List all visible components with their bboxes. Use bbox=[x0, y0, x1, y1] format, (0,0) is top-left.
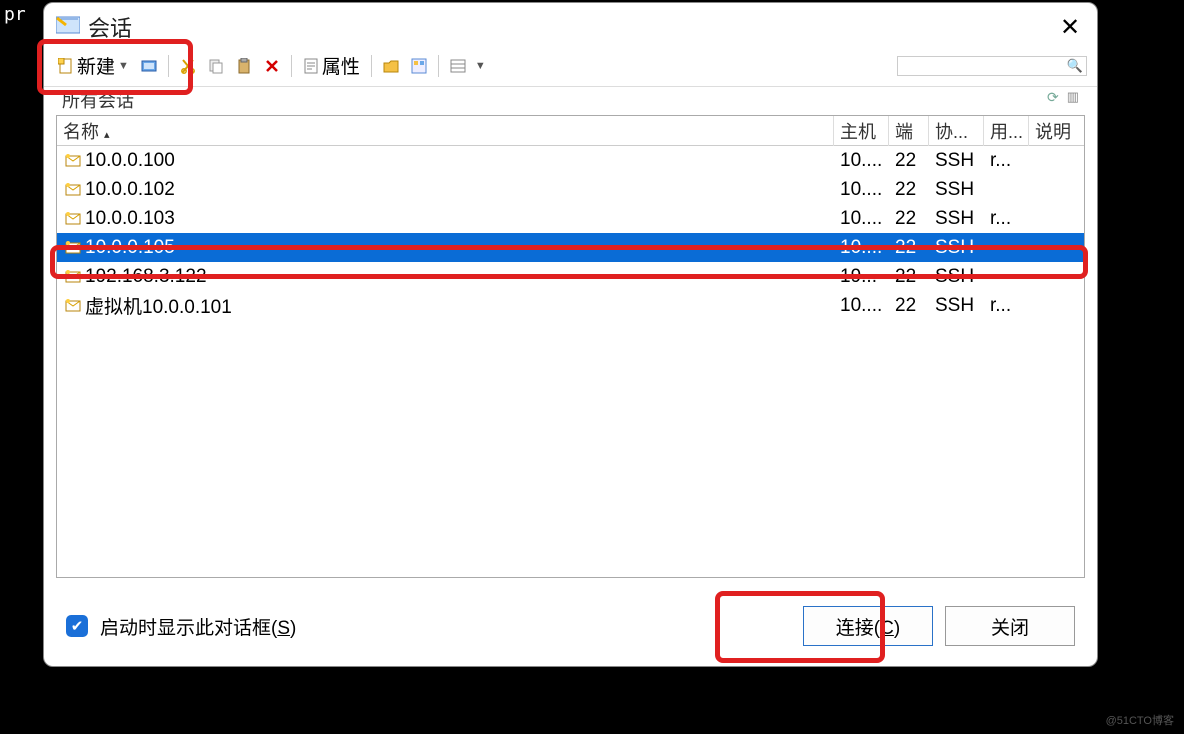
session-name: 10.0.0.100 bbox=[85, 150, 175, 172]
session-host: 10.... bbox=[834, 148, 889, 174]
sessions-dialog: 会话 ✕ 新建 ▼ 属性 ▼ 🔍 bbox=[43, 2, 1098, 667]
paste-icon[interactable] bbox=[232, 56, 256, 76]
session-name: 虚拟机10.0.0.101 bbox=[85, 292, 232, 319]
dialog-title: 会话 bbox=[88, 11, 132, 43]
app-icon bbox=[56, 15, 80, 40]
session-desc bbox=[1029, 246, 1084, 250]
copy-icon[interactable] bbox=[204, 56, 228, 76]
toolbar: 新建 ▼ 属性 ▼ 🔍 bbox=[44, 45, 1097, 87]
session-name: 10.0.0.105 bbox=[85, 237, 175, 259]
close-icon[interactable]: ✕ bbox=[1055, 13, 1085, 42]
session-name: 192.168.3.122 bbox=[85, 266, 207, 288]
session-icon bbox=[65, 269, 81, 285]
close-button[interactable]: 关闭 bbox=[945, 606, 1075, 646]
cut-icon[interactable] bbox=[176, 56, 200, 76]
session-port: 22 bbox=[889, 206, 929, 232]
column-headers: 名称 ▴ 主机 端 协... 用... 说明 bbox=[57, 116, 1084, 146]
session-proto: SSH bbox=[929, 264, 984, 290]
search-input[interactable] bbox=[897, 56, 1087, 76]
session-proto: SSH bbox=[929, 293, 984, 319]
properties-icon bbox=[303, 58, 319, 74]
session-icon bbox=[65, 240, 81, 256]
session-row[interactable]: 10.0.0.103 10....22SSHr... bbox=[57, 204, 1084, 233]
col-user[interactable]: 用... bbox=[984, 116, 1029, 146]
session-port: 22 bbox=[889, 177, 929, 203]
session-desc bbox=[1029, 304, 1084, 308]
session-user bbox=[984, 275, 1029, 279]
session-desc bbox=[1029, 159, 1084, 163]
session-icon bbox=[65, 298, 81, 314]
session-proto: SSH bbox=[929, 177, 984, 203]
session-row[interactable]: 192.168.3.122 19...22SSH bbox=[57, 262, 1084, 291]
dialog-titlebar: 会话 ✕ bbox=[44, 3, 1097, 45]
col-name[interactable]: 名称 ▴ bbox=[57, 116, 834, 146]
session-host: 10.... bbox=[834, 206, 889, 232]
session-host: 10.... bbox=[834, 177, 889, 203]
session-port: 22 bbox=[889, 235, 929, 261]
new-file-icon bbox=[58, 58, 74, 74]
dialog-footer: ✔ 启动时显示此对话框(S) 连接(C) 关闭 bbox=[44, 590, 1097, 666]
session-desc bbox=[1029, 217, 1084, 221]
show-on-startup-checkbox[interactable]: ✔ bbox=[66, 615, 88, 637]
properties-label: 属性 bbox=[322, 52, 360, 79]
toolbar-icon-1[interactable] bbox=[137, 56, 161, 76]
session-host: 10.... bbox=[834, 293, 889, 319]
sort-asc-icon: ▴ bbox=[104, 129, 110, 141]
panel-icon[interactable]: ▥ bbox=[1067, 89, 1079, 106]
toolbar-icon-2[interactable] bbox=[407, 56, 431, 76]
new-session-button[interactable]: 新建 ▼ bbox=[54, 50, 133, 81]
col-desc[interactable]: 说明 bbox=[1029, 116, 1084, 146]
session-row[interactable]: 10.0.0.102 10....22SSH bbox=[57, 175, 1084, 204]
chevron-down-icon: ▼ bbox=[475, 60, 486, 72]
session-user bbox=[984, 188, 1029, 192]
session-row[interactable]: 10.0.0.105 10....22SSH bbox=[57, 233, 1084, 262]
watermark-text: @51CTO博客 bbox=[1106, 712, 1174, 728]
session-proto: SSH bbox=[929, 235, 984, 261]
session-port: 22 bbox=[889, 264, 929, 290]
search-icon: 🔍 bbox=[1067, 58, 1083, 74]
view-mode-button[interactable]: ▼ bbox=[446, 56, 490, 76]
session-desc bbox=[1029, 275, 1084, 279]
session-name: 10.0.0.102 bbox=[85, 179, 175, 201]
background-text: pr bbox=[4, 4, 26, 25]
session-desc bbox=[1029, 188, 1084, 192]
delete-icon[interactable] bbox=[260, 56, 284, 76]
properties-button[interactable]: 属性 bbox=[299, 50, 364, 81]
col-port[interactable]: 端 bbox=[889, 116, 929, 146]
new-session-label: 新建 bbox=[77, 52, 115, 79]
refresh-icon[interactable]: ⟳ bbox=[1047, 89, 1059, 106]
session-host: 10.... bbox=[834, 235, 889, 261]
session-user bbox=[984, 246, 1029, 250]
session-user: r... bbox=[984, 293, 1029, 319]
folder-icon[interactable] bbox=[379, 56, 403, 76]
session-proto: SSH bbox=[929, 148, 984, 174]
session-icon bbox=[65, 211, 81, 227]
session-host: 19... bbox=[834, 264, 889, 290]
session-port: 22 bbox=[889, 148, 929, 174]
col-proto[interactable]: 协... bbox=[929, 116, 984, 146]
session-rows: 10.0.0.10010....22SSHr...10.0.0.10210...… bbox=[57, 146, 1084, 577]
col-host[interactable]: 主机 bbox=[834, 116, 889, 146]
session-proto: SSH bbox=[929, 206, 984, 232]
session-row[interactable]: 虚拟机10.0.0.101 10....22SSHr... bbox=[57, 291, 1084, 320]
tree-root-label[interactable]: 所有会话 bbox=[56, 87, 1085, 115]
connect-button[interactable]: 连接(C) bbox=[803, 606, 933, 646]
session-name: 10.0.0.103 bbox=[85, 208, 175, 230]
session-row[interactable]: 10.0.0.100 10....22SSHr... bbox=[57, 146, 1084, 175]
session-icon bbox=[65, 182, 81, 198]
session-port: 22 bbox=[889, 293, 929, 319]
session-user: r... bbox=[984, 206, 1029, 232]
session-list: 名称 ▴ 主机 端 协... 用... 说明 10.0.0.10010....2… bbox=[56, 115, 1085, 578]
session-icon bbox=[65, 153, 81, 169]
show-on-startup-label: 启动时显示此对话框(S) bbox=[100, 613, 296, 640]
session-user: r... bbox=[984, 148, 1029, 174]
chevron-down-icon: ▼ bbox=[118, 60, 129, 72]
